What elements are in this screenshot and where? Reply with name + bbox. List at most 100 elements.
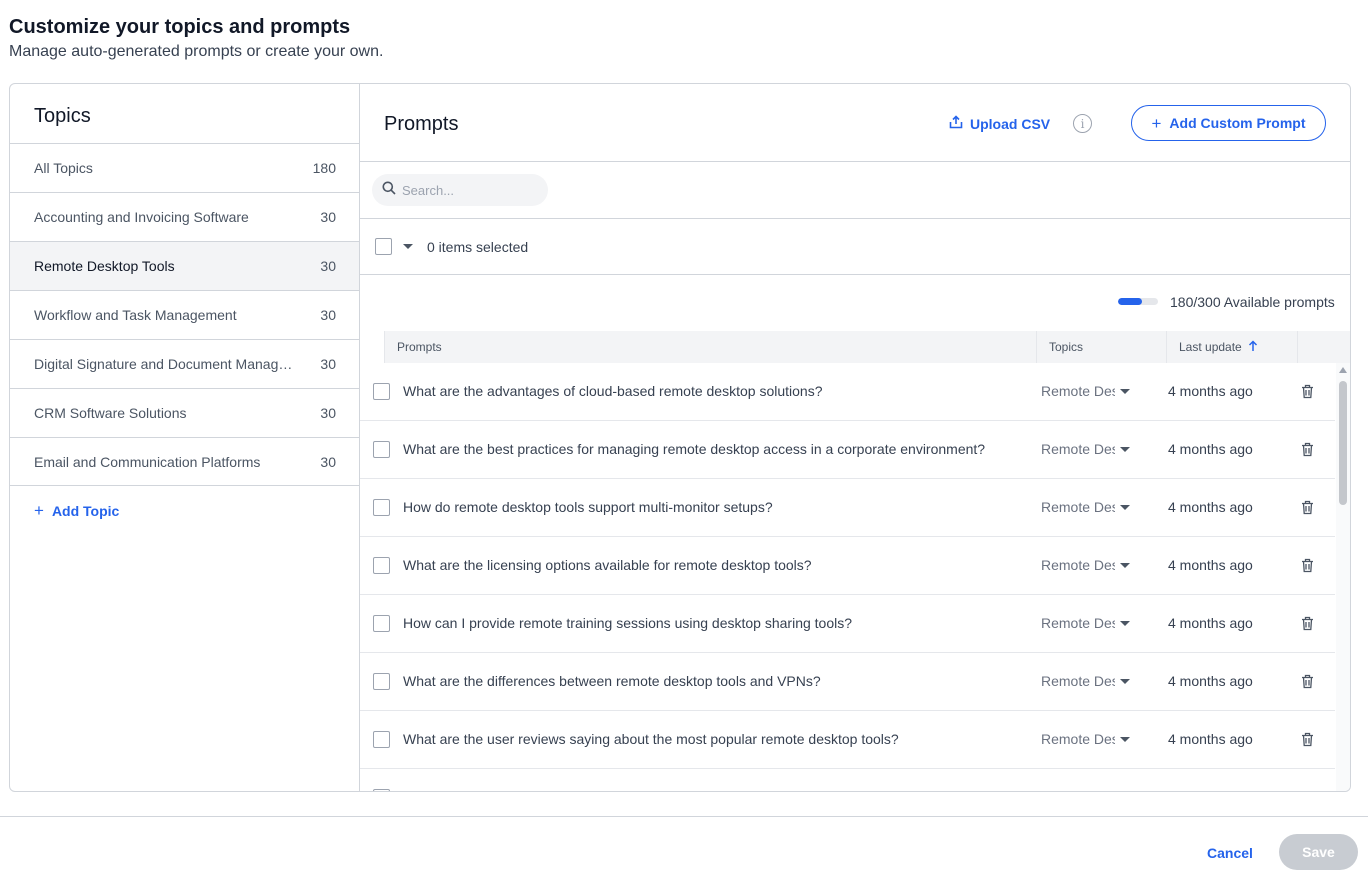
topic-item-crm[interactable]: CRM Software Solutions 30 xyxy=(10,388,359,437)
column-header-prompts[interactable]: Prompts xyxy=(384,331,1036,363)
topic-label: Digital Signature and Document Manage... xyxy=(34,356,296,372)
row-checkbox[interactable] xyxy=(373,673,390,690)
prompt-text: How do remote desktop tools support mult… xyxy=(403,499,773,515)
chevron-down-icon[interactable] xyxy=(1120,737,1130,742)
table-row: How do remote desktop tools support mult… xyxy=(360,479,1335,537)
table-row: What are the differences between remote … xyxy=(360,653,1335,711)
trash-icon[interactable] xyxy=(1301,732,1314,752)
topic-item-accounting[interactable]: Accounting and Invoicing Software 30 xyxy=(10,192,359,241)
upload-icon xyxy=(949,115,963,132)
search-box xyxy=(372,174,548,206)
row-topic-select[interactable]: Remote Desktop Tools xyxy=(1041,441,1115,457)
topic-count: 30 xyxy=(320,356,336,372)
topic-item-digital-signature[interactable]: Digital Signature and Document Manage...… xyxy=(10,339,359,388)
topic-item-workflow[interactable]: Workflow and Task Management 30 xyxy=(10,290,359,339)
column-header-last-update[interactable]: Last update xyxy=(1166,331,1297,363)
chevron-down-icon[interactable] xyxy=(1120,679,1130,684)
prompt-text: What are the licensing options available… xyxy=(403,557,812,573)
trash-icon[interactable] xyxy=(1301,616,1314,636)
search-input[interactable] xyxy=(402,182,532,198)
trash-icon[interactable] xyxy=(1301,500,1314,520)
topic-label: Remote Desktop Tools xyxy=(34,258,175,274)
scroll-up-arrow[interactable] xyxy=(1339,367,1347,373)
row-topic-select[interactable]: Remote Desktop Tools xyxy=(1041,499,1115,515)
table-row: What are the advantages of cloud-based r… xyxy=(360,363,1335,421)
chevron-down-icon[interactable] xyxy=(1120,563,1130,568)
row-topic-select[interactable]: Remote Desktop Tools xyxy=(1041,731,1115,747)
topic-label: Workflow and Task Management xyxy=(34,307,237,323)
row-last-update: 4 months ago xyxy=(1168,673,1253,689)
trash-icon[interactable] xyxy=(1301,674,1314,694)
upload-csv-label: Upload CSV xyxy=(970,115,1051,132)
footer-divider xyxy=(0,816,1368,817)
topic-count: 30 xyxy=(320,453,336,470)
topic-item-email[interactable]: Email and Communication Platforms 30 xyxy=(10,437,359,486)
row-checkbox[interactable] xyxy=(373,383,390,400)
topic-item-all[interactable]: All Topics 180 xyxy=(10,143,359,192)
row-checkbox[interactable] xyxy=(373,789,390,791)
topic-label: Email and Communication Platforms xyxy=(34,453,261,470)
column-header-topics[interactable]: Topics xyxy=(1036,331,1166,363)
row-topic-select[interactable]: Remote Desktop Tools xyxy=(1041,557,1115,573)
prompts-header: Prompts Upload CSV i + Add Custom Prompt xyxy=(360,84,1350,162)
topic-item-remote-desktop[interactable]: Remote Desktop Tools 30 xyxy=(10,241,359,290)
prompts-table-body: What are the advantages of cloud-based r… xyxy=(360,363,1335,791)
chevron-down-icon[interactable] xyxy=(1120,505,1130,510)
topic-count: 30 xyxy=(320,258,336,274)
table-row: How can I provide remote training sessio… xyxy=(360,595,1335,653)
bulk-select-row: 0 items selected xyxy=(360,219,1350,275)
topic-count: 30 xyxy=(320,209,336,225)
row-checkbox[interactable] xyxy=(373,499,390,516)
prompt-text: What are the user reviews saying about t… xyxy=(403,731,899,747)
row-topic-select[interactable]: Remote Desktop Tools xyxy=(1041,615,1115,631)
select-options-dropdown[interactable] xyxy=(403,244,413,249)
column-label: Last update xyxy=(1179,340,1242,354)
info-icon[interactable]: i xyxy=(1073,114,1092,133)
row-last-update: 4 months ago xyxy=(1168,615,1253,631)
cancel-button[interactable]: Cancel xyxy=(1207,845,1253,861)
table-row xyxy=(360,769,1335,791)
prompt-text: How can I provide remote training sessio… xyxy=(403,615,853,631)
page-subtitle: Manage auto-generated prompts or create … xyxy=(9,43,384,60)
plus-icon: + xyxy=(34,501,44,520)
scrollbar[interactable] xyxy=(1336,363,1350,791)
row-last-update: 4 months ago xyxy=(1168,441,1253,457)
save-button[interactable]: Save xyxy=(1279,834,1358,870)
topic-label: All Topics xyxy=(34,160,93,176)
row-checkbox[interactable] xyxy=(373,557,390,574)
row-checkbox[interactable] xyxy=(373,441,390,458)
row-checkbox[interactable] xyxy=(373,615,390,632)
chevron-down-icon[interactable] xyxy=(1120,389,1130,394)
row-last-update: 4 months ago xyxy=(1168,499,1253,515)
prompt-text: What are the differences between remote … xyxy=(403,673,821,689)
quota-progress-bar xyxy=(1118,298,1158,305)
trash-icon[interactable] xyxy=(1301,558,1314,578)
search-icon xyxy=(382,181,396,200)
add-custom-prompt-button[interactable]: + Add Custom Prompt xyxy=(1131,105,1326,141)
column-label: Prompts xyxy=(397,340,442,354)
plus-icon: + xyxy=(1151,113,1162,133)
prompt-text: What are the best practices for managing… xyxy=(403,441,986,457)
upload-csv-button[interactable]: Upload CSV xyxy=(949,115,1050,132)
topic-list: All Topics 180 Accounting and Invoicing … xyxy=(10,143,359,486)
page-title: Customize your topics and prompts xyxy=(9,16,351,38)
chevron-down-icon[interactable] xyxy=(1120,621,1130,626)
select-all-checkbox[interactable] xyxy=(375,238,392,255)
row-topic-select[interactable]: Remote Desktop Tools xyxy=(1041,673,1115,689)
topic-count: 180 xyxy=(312,160,336,176)
trash-icon[interactable] xyxy=(1301,442,1314,462)
scrollbar-thumb[interactable] xyxy=(1339,381,1347,505)
chevron-down-icon[interactable] xyxy=(1120,447,1130,452)
row-checkbox[interactable] xyxy=(373,731,390,748)
quota-row: 180/300 Available prompts xyxy=(360,275,1350,331)
add-topic-button[interactable]: + Add Topic xyxy=(34,502,119,519)
topics-title: Topics xyxy=(34,105,91,127)
row-last-update: 4 months ago xyxy=(1168,731,1253,747)
quota-progress-fill xyxy=(1118,298,1142,305)
row-topic-select[interactable]: Remote Desktop Tools xyxy=(1041,383,1115,399)
table-row: What are the best practices for managing… xyxy=(360,421,1335,479)
prompt-text: What are the advantages of cloud-based r… xyxy=(403,383,823,399)
column-header-actions xyxy=(1297,331,1350,363)
arrow-up-icon xyxy=(1248,339,1258,355)
trash-icon[interactable] xyxy=(1301,384,1314,404)
